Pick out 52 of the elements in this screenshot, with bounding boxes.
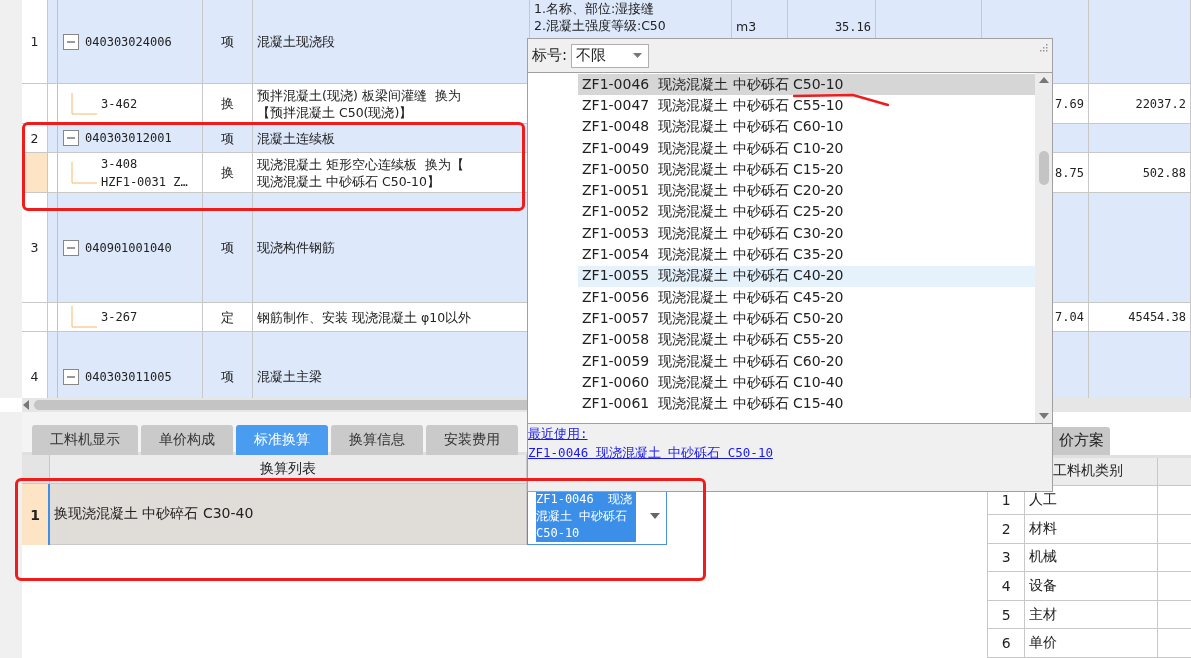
row-number: 1: [1001, 492, 1011, 509]
item-code: 040303012001: [85, 130, 172, 147]
column-header: 换算列表: [260, 460, 316, 478]
item-name: 混凝土连续板: [257, 129, 335, 147]
item-description: 1.名称、部位:湿接缝: [534, 0, 655, 17]
item-code: 040303011005: [85, 368, 172, 386]
row-number: 1: [30, 33, 39, 50]
conversion-name: 换现浇混凝土 中砂碎石 C30-40: [54, 505, 254, 523]
item-type: 项: [221, 239, 234, 256]
row-number: 6: [1001, 635, 1011, 652]
filter-label: 标号:: [532, 46, 568, 65]
row-number: 3: [1001, 549, 1011, 566]
item-code: 040303024006: [85, 33, 172, 51]
category-name: 材料: [1029, 519, 1058, 538]
category-name: 设备: [1029, 576, 1058, 595]
item-name: 混凝土主梁: [257, 368, 322, 385]
item-type: 换: [221, 95, 234, 112]
item-unit: m3: [736, 18, 757, 35]
category-name: 人工: [1029, 491, 1058, 510]
item-name: 现浇混凝土 矩形空心连续板 换为【现浇混凝土 中砂砾石 C50-10】: [257, 155, 465, 190]
row-number: 2: [30, 129, 39, 147]
category-name: 主材: [1029, 605, 1058, 624]
category-name: 单价: [1029, 634, 1058, 653]
item-total: 45454.38: [1128, 309, 1186, 326]
row-number: 4: [1001, 577, 1011, 594]
item-name: 预拌混凝土(现浇) 板梁间灌缝 换为【预拌混凝土 C50(现浇)】: [257, 86, 462, 121]
row-number: 1: [30, 506, 40, 523]
row-number: 2: [1001, 520, 1011, 537]
item-price: 7.04: [1055, 309, 1084, 326]
item-type: 换: [221, 164, 234, 181]
item-name: 钢筋制作、安装 现浇混凝土 φ10以外: [257, 308, 472, 326]
item-type: 定: [221, 308, 234, 326]
item-price: 8.75: [1055, 164, 1084, 182]
item-total: 22037.2: [1135, 95, 1186, 113]
item-name: 混凝土现浇段: [257, 33, 335, 50]
row-number: 4: [30, 368, 39, 385]
item-quantity: 35.16: [834, 19, 871, 36]
item-code: 3-267: [101, 309, 138, 326]
item-price: 7.69: [1055, 95, 1084, 113]
item-code: 040901001040: [85, 239, 172, 257]
item-type: 项: [221, 33, 234, 50]
item-type: 项: [221, 368, 234, 385]
item-total: 502.88: [1142, 164, 1186, 182]
item-type: 项: [221, 129, 234, 147]
item-code: 3-408 HZF1-0031 Z…: [101, 155, 188, 191]
column-header: 工料机类别: [1053, 462, 1124, 481]
item-name: 现浇构件钢筋: [257, 239, 335, 256]
row-number: 3: [30, 239, 39, 256]
category-name: 机械: [1029, 548, 1058, 567]
item-code: 3-462: [101, 95, 138, 113]
row-number: 5: [1001, 606, 1011, 623]
item-description: 2.混凝土强度等级:C50: [534, 17, 666, 34]
